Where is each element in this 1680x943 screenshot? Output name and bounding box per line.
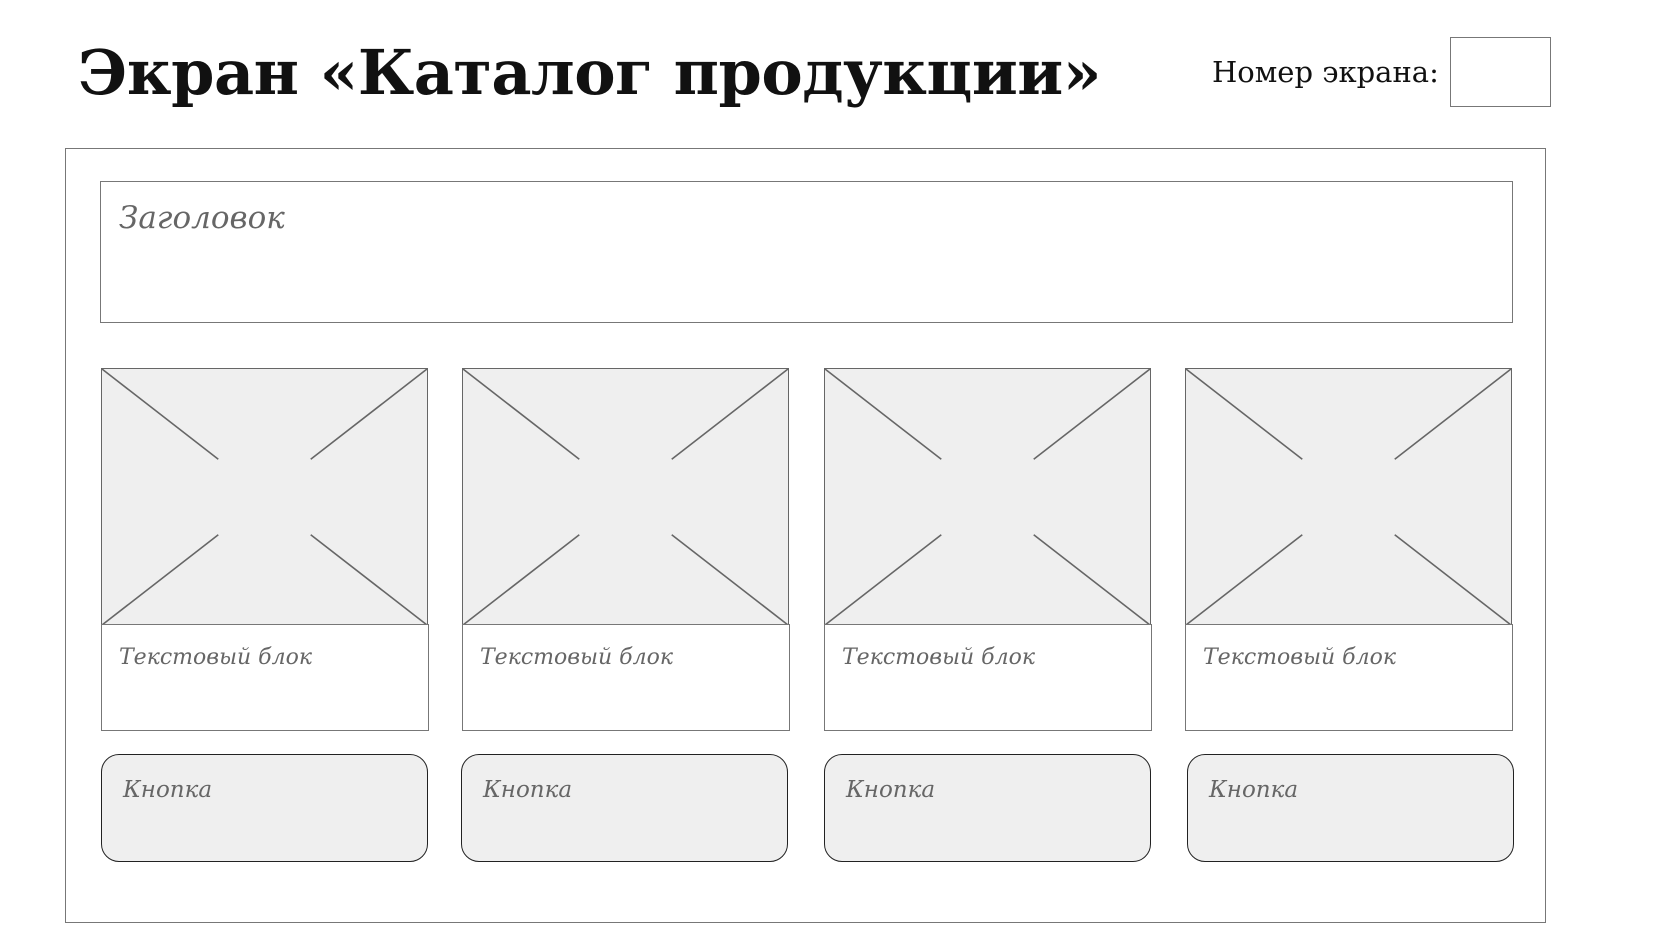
product-button[interactable]: Кнопка [461,754,788,862]
product-button-label: Кнопка [1209,777,1299,803]
image-placeholder-icon [824,368,1151,626]
wireframe-page: Экран «Каталог продукции» Номер экрана: … [0,0,1680,943]
header-label: Заголовок [119,200,285,236]
image-placeholder-icon [1185,368,1512,626]
screen-title: Экран «Каталог продукции» [78,36,1102,109]
product-text-block: Текстовый блок [462,624,790,731]
product-button[interactable]: Кнопка [824,754,1151,862]
product-text-block: Текстовый блок [824,624,1152,731]
image-placeholder-icon [101,368,428,626]
text-block-label: Текстовый блок [1203,645,1396,670]
screen-number-label: Номер экрана: [1212,55,1439,89]
screen-number-field[interactable] [1450,37,1551,107]
product-button[interactable]: Кнопка [101,754,428,862]
product-text-block: Текстовый блок [1185,624,1513,731]
image-placeholder-icon [462,368,789,626]
text-block-label: Текстовый блок [842,645,1035,670]
header-block: Заголовок [100,181,1513,323]
product-button-label: Кнопка [846,777,936,803]
product-button-label: Кнопка [483,777,573,803]
text-block-label: Текстовый блок [119,645,312,670]
product-button-label: Кнопка [123,777,213,803]
product-button[interactable]: Кнопка [1187,754,1514,862]
text-block-label: Текстовый блок [480,645,673,670]
product-text-block: Текстовый блок [101,624,429,731]
